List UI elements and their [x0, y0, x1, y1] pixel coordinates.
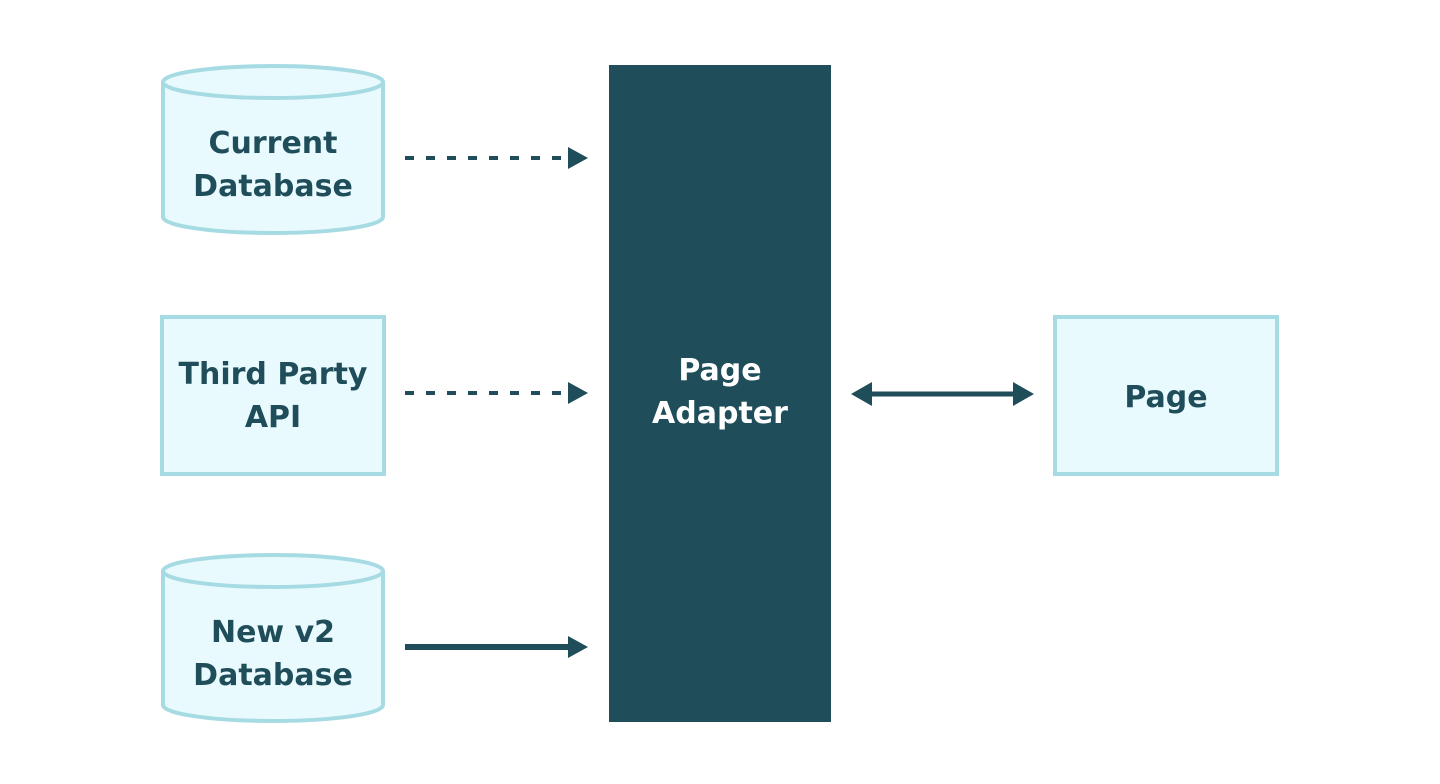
third-party-api-node: Third Party API [160, 315, 386, 476]
new-v2-database-node: New v2 Database [161, 553, 385, 723]
arrowhead-icon [568, 147, 588, 169]
architecture-diagram: Current Database Third Party API New v2 … [160, 64, 1279, 723]
edge-new-db-to-adapter [405, 636, 588, 658]
third-party-api-label-line2: API [245, 400, 301, 435]
new-v2-database-cylinder-top [161, 553, 385, 589]
page-adapter-box [609, 65, 831, 722]
edge-adapter-page-bidirectional [851, 382, 1034, 406]
edge-current-db-to-adapter [405, 147, 588, 169]
page-node: Page [1053, 315, 1279, 476]
arrowhead-left-icon [851, 382, 872, 406]
page-adapter-label-line1: Page [678, 353, 761, 388]
page-adapter-label-line2: Adapter [652, 396, 788, 431]
current-database-cylinder-top [161, 64, 385, 100]
new-v2-database-label-line1: New v2 [211, 615, 335, 650]
arrowhead-icon [568, 382, 588, 404]
third-party-api-label-line1: Third Party [179, 357, 368, 392]
current-database-label-line1: Current [208, 126, 337, 161]
page-label: Page [1124, 380, 1207, 415]
arrowhead-icon [568, 636, 588, 658]
third-party-api-box [160, 315, 386, 476]
new-v2-database-label-line2: Database [193, 658, 353, 693]
edge-third-party-to-adapter [405, 382, 588, 404]
page-adapter-node: Page Adapter [609, 65, 831, 722]
current-database-label-line2: Database [193, 169, 353, 204]
arrowhead-right-icon [1013, 382, 1034, 406]
current-database-node: Current Database [161, 64, 385, 235]
